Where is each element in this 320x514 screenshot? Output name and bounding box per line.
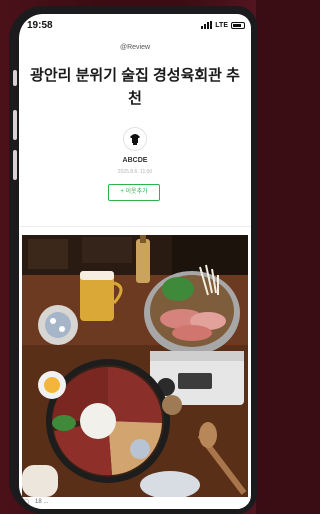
post-title: 광안리 분위기 술집 경성육회관 추천 — [30, 67, 240, 107]
post-category[interactable]: @Review — [19, 44, 251, 51]
side-button — [13, 70, 17, 86]
status-icons: LTE — [201, 21, 245, 29]
status-bar: 19:58 LTE — [19, 14, 251, 36]
side-button — [13, 110, 17, 140]
comment-count[interactable]: 18 ... — [35, 499, 48, 505]
avatar[interactable] — [123, 127, 147, 151]
side-button — [13, 150, 17, 180]
network-label: LTE — [215, 21, 228, 29]
post-date: 2025.8.6. 11:00 — [117, 169, 153, 175]
signal-icon — [201, 21, 213, 29]
comment-icon[interactable]: □ — [24, 499, 28, 506]
add-neighbor-button[interactable]: + 이웃추가 — [108, 184, 160, 201]
food-photo[interactable] — [22, 235, 248, 497]
author-name[interactable]: ABCDE — [19, 157, 251, 164]
divider — [19, 226, 251, 227]
status-time: 19:58 — [27, 20, 53, 31]
phone-screen: 19:58 LTE @Review 광안리 분위기 술집 경성육회관 추천 AB… — [19, 14, 251, 509]
bottom-bar: □ 18 ... — [19, 497, 251, 509]
battery-icon — [231, 21, 245, 29]
